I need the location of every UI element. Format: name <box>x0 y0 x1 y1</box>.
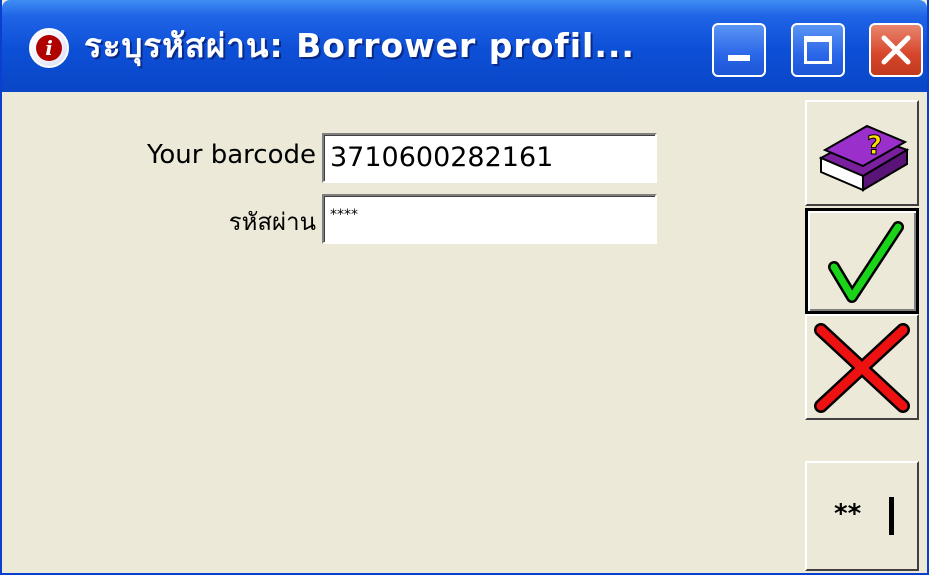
password-mask-text: ** <box>833 499 862 529</box>
maximize-icon <box>804 36 832 64</box>
cancel-button[interactable] <box>805 314 919 420</box>
show-password-button[interactable]: ** <box>805 461 919 571</box>
title-bar[interactable]: i ระบุรหัสผ่าน: Borrower profil... <box>2 0 927 92</box>
ok-button[interactable] <box>805 208 919 314</box>
maximize-button[interactable] <box>791 23 845 77</box>
close-button[interactable] <box>869 23 923 77</box>
help-book-icon: ? <box>818 124 910 192</box>
checkmark-icon <box>828 221 904 303</box>
barcode-label: Your barcode <box>146 140 316 170</box>
minimize-button[interactable] <box>712 23 766 77</box>
close-icon <box>881 35 911 65</box>
minimize-icon <box>728 55 750 61</box>
password-input[interactable]: **** <box>322 194 657 244</box>
svg-text:?: ? <box>867 131 882 161</box>
caret-icon <box>889 497 894 535</box>
cross-icon <box>814 323 910 413</box>
password-label: รหัสผ่าน <box>228 208 316 236</box>
window-title: ระบุรหัสผ่าน: Borrower profil... <box>84 26 635 65</box>
help-button[interactable]: ? <box>805 100 919 206</box>
info-icon: i <box>29 28 69 68</box>
barcode-input[interactable]: 3710600282161 <box>322 133 657 183</box>
password-dialog-window: i ระบุรหัสผ่าน: Borrower profil... Your … <box>0 0 929 575</box>
